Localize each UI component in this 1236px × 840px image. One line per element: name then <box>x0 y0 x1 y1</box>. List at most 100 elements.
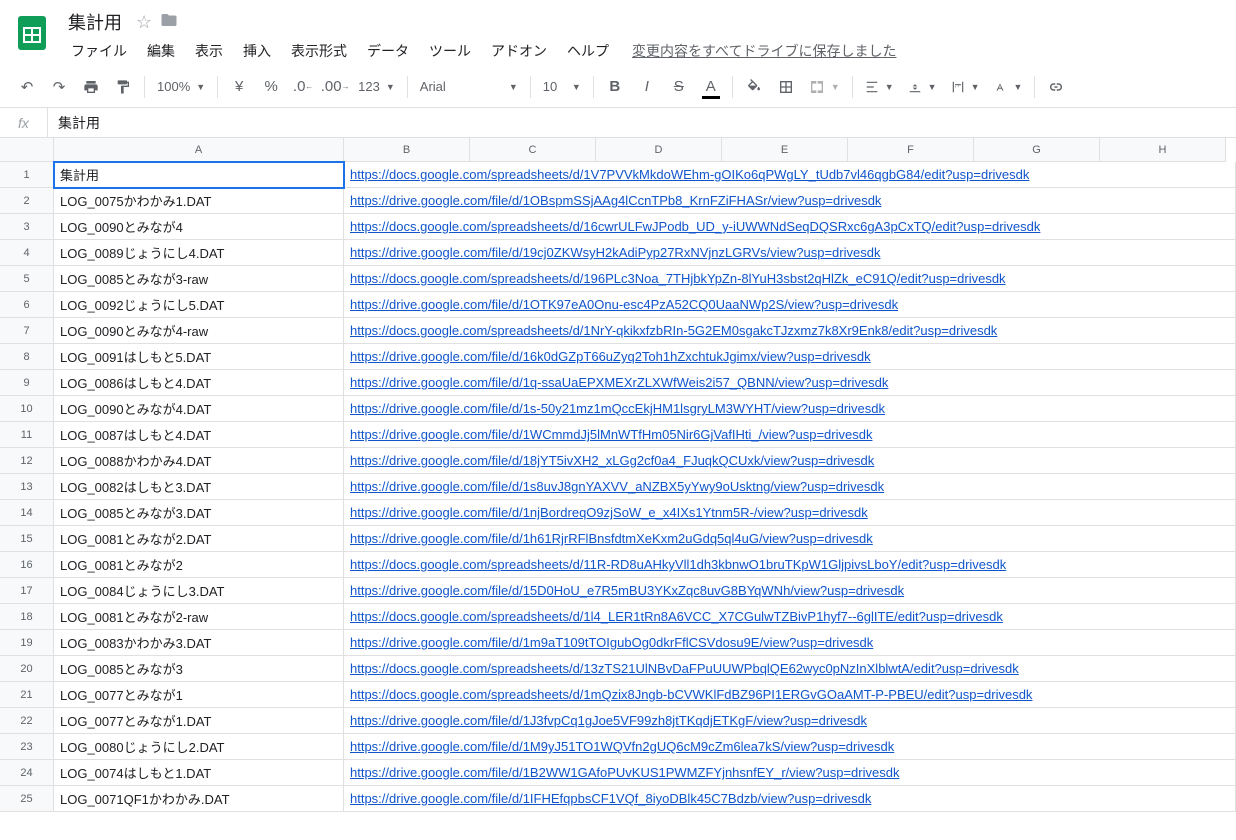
row-header[interactable]: 11 <box>0 422 54 448</box>
row-header[interactable]: 14 <box>0 500 54 526</box>
col-header-E[interactable]: E <box>722 138 848 162</box>
cell[interactable]: LOG_0081とみなが2 <box>54 552 344 578</box>
hyperlink[interactable]: https://drive.google.com/file/d/1q-ssaUa… <box>350 375 888 390</box>
cell[interactable]: https://drive.google.com/file/d/1njBordr… <box>344 500 1236 526</box>
bold-button[interactable]: B <box>600 72 630 102</box>
row-header[interactable]: 17 <box>0 578 54 604</box>
row-header[interactable]: 13 <box>0 474 54 500</box>
cell[interactable]: LOG_0091はしもと5.DAT <box>54 344 344 370</box>
cell[interactable]: https://docs.google.com/spreadsheets/d/1… <box>344 214 1236 240</box>
cell[interactable]: https://drive.google.com/file/d/1s-50y21… <box>344 396 1236 422</box>
select-all-corner[interactable] <box>0 138 54 162</box>
hyperlink[interactable]: https://drive.google.com/file/d/19cj0ZKW… <box>350 245 880 260</box>
cell[interactable]: https://docs.google.com/spreadsheets/d/1… <box>344 318 1236 344</box>
cell[interactable]: LOG_0090とみなが4-raw <box>54 318 344 344</box>
print-button[interactable] <box>76 72 106 102</box>
cell[interactable]: https://docs.google.com/spreadsheets/d/1… <box>344 656 1236 682</box>
row-header[interactable]: 19 <box>0 630 54 656</box>
cell[interactable]: https://drive.google.com/file/d/1m9aT109… <box>344 630 1236 656</box>
cell[interactable]: https://drive.google.com/file/d/1h61RjrR… <box>344 526 1236 552</box>
cell[interactable]: LOG_0077とみなが1 <box>54 682 344 708</box>
currency-button[interactable]: ¥ <box>224 72 254 102</box>
row-header[interactable]: 16 <box>0 552 54 578</box>
cell[interactable]: LOG_0085とみなが3 <box>54 656 344 682</box>
cell[interactable]: LOG_0086はしもと4.DAT <box>54 370 344 396</box>
hyperlink[interactable]: https://docs.google.com/spreadsheets/d/1… <box>350 323 997 338</box>
hyperlink[interactable]: https://docs.google.com/spreadsheets/d/1… <box>350 271 1006 286</box>
cell[interactable]: https://drive.google.com/file/d/1s8uvJ8g… <box>344 474 1236 500</box>
font-size-select[interactable]: 10▼ <box>537 72 587 102</box>
cell[interactable]: https://drive.google.com/file/d/1B2WW1GA… <box>344 760 1236 786</box>
cell[interactable]: LOG_0088かわかみ4.DAT <box>54 448 344 474</box>
cell[interactable]: https://docs.google.com/spreadsheets/d/1… <box>344 552 1236 578</box>
move-folder-icon[interactable] <box>160 11 178 34</box>
cell[interactable]: https://drive.google.com/file/d/1OTK97eA… <box>344 292 1236 318</box>
col-header-C[interactable]: C <box>470 138 596 162</box>
row-header[interactable]: 10 <box>0 396 54 422</box>
cell[interactable]: LOG_0083かわかみ3.DAT <box>54 630 344 656</box>
row-header[interactable]: 5 <box>0 266 54 292</box>
cell[interactable]: https://drive.google.com/file/d/1M9yJ51T… <box>344 734 1236 760</box>
row-header[interactable]: 4 <box>0 240 54 266</box>
text-wrap-button[interactable]: ▼ <box>945 72 986 102</box>
row-header[interactable]: 20 <box>0 656 54 682</box>
borders-button[interactable] <box>771 72 801 102</box>
menu-表示[interactable]: 表示 <box>186 37 232 65</box>
menu-ファイル[interactable]: ファイル <box>62 37 136 65</box>
col-header-A[interactable]: A <box>54 138 344 162</box>
cell[interactable]: LOG_0089じょうにし4.DAT <box>54 240 344 266</box>
h-align-button[interactable]: ▼ <box>859 72 900 102</box>
menu-表示形式[interactable]: 表示形式 <box>282 37 356 65</box>
hyperlink[interactable]: https://drive.google.com/file/d/1B2WW1GA… <box>350 765 899 780</box>
row-header[interactable]: 9 <box>0 370 54 396</box>
font-select[interactable]: Arial▼ <box>414 72 524 102</box>
row-header[interactable]: 21 <box>0 682 54 708</box>
row-header[interactable]: 1 <box>0 162 54 188</box>
row-header[interactable]: 22 <box>0 708 54 734</box>
hyperlink[interactable]: https://drive.google.com/file/d/1m9aT109… <box>350 635 873 650</box>
col-header-B[interactable]: B <box>344 138 470 162</box>
row-header[interactable]: 3 <box>0 214 54 240</box>
hyperlink[interactable]: https://drive.google.com/file/d/1IFHEfqp… <box>350 791 871 806</box>
cell[interactable]: https://drive.google.com/file/d/16k0dGZp… <box>344 344 1236 370</box>
cell[interactable]: https://drive.google.com/file/d/19cj0ZKW… <box>344 240 1236 266</box>
cell[interactable]: LOG_0087はしもと4.DAT <box>54 422 344 448</box>
cell[interactable]: LOG_0090とみなが4 <box>54 214 344 240</box>
cell[interactable]: https://drive.google.com/file/d/1q-ssaUa… <box>344 370 1236 396</box>
row-header[interactable]: 12 <box>0 448 54 474</box>
col-header-G[interactable]: G <box>974 138 1100 162</box>
cell[interactable]: LOG_0082はしもと3.DAT <box>54 474 344 500</box>
menu-挿入[interactable]: 挿入 <box>234 37 280 65</box>
save-status[interactable]: 変更内容をすべてドライブに保存しました <box>632 41 896 61</box>
cell[interactable]: LOG_0081とみなが2.DAT <box>54 526 344 552</box>
cell[interactable]: 集計用 <box>54 162 344 188</box>
percent-button[interactable]: % <box>256 72 286 102</box>
hyperlink[interactable]: https://drive.google.com/file/d/15D0HoU_… <box>350 583 904 598</box>
hyperlink[interactable]: https://docs.google.com/spreadsheets/d/1… <box>350 167 1029 182</box>
menu-ツール[interactable]: ツール <box>420 37 480 65</box>
cell[interactable]: https://drive.google.com/file/d/1WCmmdJj… <box>344 422 1236 448</box>
hyperlink[interactable]: https://drive.google.com/file/d/1M9yJ51T… <box>350 739 894 754</box>
v-align-button[interactable]: ▼ <box>902 72 943 102</box>
menu-編集[interactable]: 編集 <box>138 37 184 65</box>
cell[interactable]: LOG_0074はしもと1.DAT <box>54 760 344 786</box>
hyperlink[interactable]: https://drive.google.com/file/d/18jYT5iv… <box>350 453 874 468</box>
cell[interactable]: LOG_0090とみなが4.DAT <box>54 396 344 422</box>
increase-decimal-button[interactable]: .00→ <box>320 72 350 102</box>
cell[interactable]: https://docs.google.com/spreadsheets/d/1… <box>344 682 1236 708</box>
cell[interactable]: https://drive.google.com/file/d/1OBspmSS… <box>344 188 1236 214</box>
undo-button[interactable]: ↶ <box>12 72 42 102</box>
cell[interactable]: LOG_0085とみなが3.DAT <box>54 500 344 526</box>
star-icon[interactable]: ☆ <box>136 12 152 33</box>
row-header[interactable]: 23 <box>0 734 54 760</box>
number-format-select[interactable]: 123▼ <box>352 72 401 102</box>
cell[interactable]: LOG_0080じょうにし2.DAT <box>54 734 344 760</box>
cell[interactable]: LOG_0085とみなが3-raw <box>54 266 344 292</box>
row-header[interactable]: 7 <box>0 318 54 344</box>
hyperlink[interactable]: https://drive.google.com/file/d/1s-50y21… <box>350 401 885 416</box>
row-header[interactable]: 25 <box>0 786 54 812</box>
cell[interactable]: LOG_0081とみなが2-raw <box>54 604 344 630</box>
cell[interactable]: https://drive.google.com/file/d/15D0HoU_… <box>344 578 1236 604</box>
hyperlink[interactable]: https://drive.google.com/file/d/1njBordr… <box>350 505 868 520</box>
redo-button[interactable]: ↷ <box>44 72 74 102</box>
